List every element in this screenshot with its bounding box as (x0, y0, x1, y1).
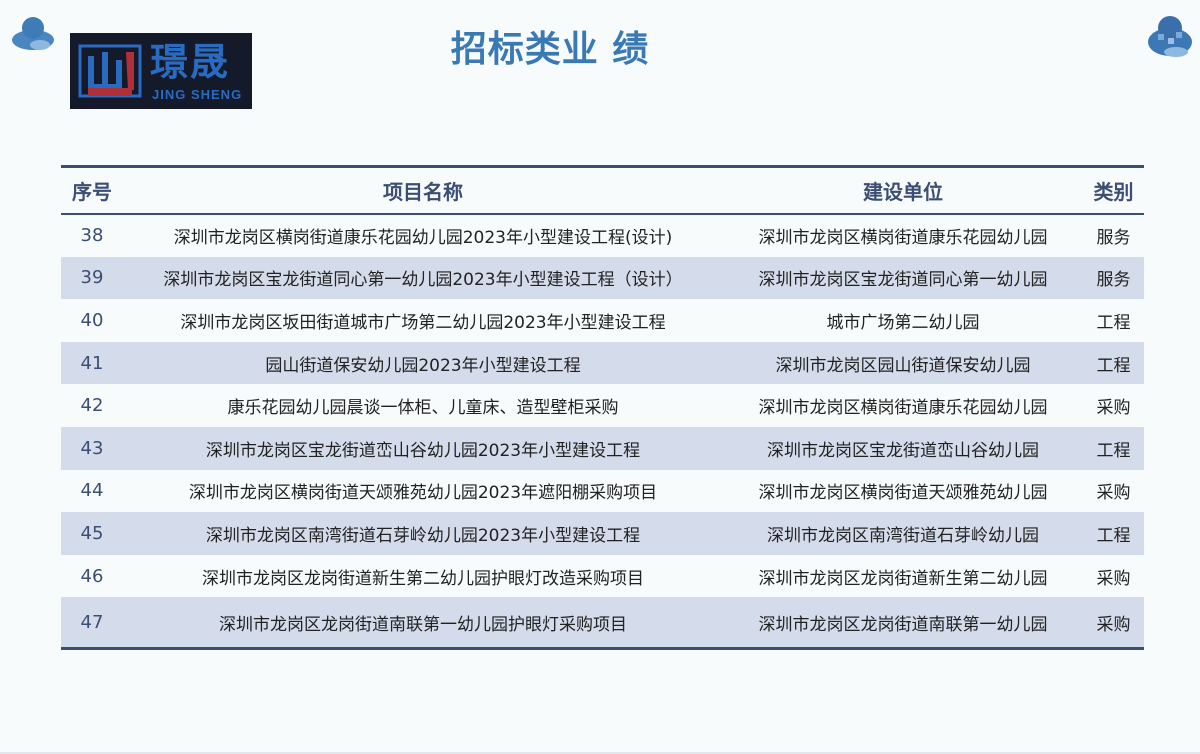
row-type: 服务 (1096, 270, 1131, 291)
table-row: 43 深圳市龙岗区宝龙街道峦山谷幼儿园2023年小型建设工程 深圳市龙岗区宝龙街… (61, 426, 1144, 470)
header-project: 项目名称 (123, 168, 723, 215)
row-num: 39 (80, 267, 104, 289)
row-type: 采购 (1096, 614, 1131, 635)
row-unit: 深圳市龙岗区南湾街道石芽岭幼儿园 (767, 525, 1039, 546)
row-project: 深圳市龙岗区龙岗街道南联第一幼儿园护眼灯采购项目 (219, 614, 627, 635)
table-row: 46 深圳市龙岗区龙岗街道新生第二幼儿园护眼灯改造采购项目 深圳市龙岗区龙岗街道… (61, 555, 1144, 598)
row-project: 康乐花园幼儿园晨谈一体柜、儿童床、造型壁柜采购 (227, 398, 619, 419)
row-num: 42 (80, 395, 104, 417)
table-row: 45 深圳市龙岗区南湾街道石芽岭幼儿园2023年小型建设工程 深圳市龙岗区南湾街… (61, 512, 1144, 555)
header-unit: 建设单位 (723, 168, 1083, 215)
row-project: 园山街道保安幼儿园2023年小型建设工程 (265, 355, 581, 376)
row-type: 工程 (1096, 312, 1131, 333)
page-title: 招标类业 绩 (450, 29, 650, 70)
row-project: 深圳市龙岗区宝龙街道峦山谷幼儿园2023年小型建设工程 (205, 440, 641, 461)
header-type: 类别 (1083, 168, 1144, 215)
row-project: 深圳市龙岗区南湾街道石芽岭幼儿园2023年小型建设工程 (205, 525, 641, 546)
row-num: 47 (80, 611, 104, 633)
row-type: 采购 (1096, 483, 1131, 504)
row-num: 43 (80, 437, 104, 459)
row-type: 工程 (1096, 525, 1131, 546)
row-num: 44 (80, 480, 104, 502)
row-unit: 深圳市龙岗区横岗街道天颂雅苑幼儿园 (758, 483, 1048, 504)
logo-chinese-text: 璟晟 (150, 40, 231, 84)
row-type: 采购 (1096, 398, 1131, 419)
row-num: 41 (80, 352, 104, 374)
row-project: 深圳市龙岗区横岗街道天颂雅苑幼儿园2023年遮阳棚采购项目 (188, 483, 658, 504)
row-unit: 深圳市龙岗区横岗街道康乐花园幼儿园 (758, 228, 1048, 249)
row-unit: 城市广场第二幼儿园 (826, 312, 980, 333)
company-logo: 璟晟 JING SHENG (70, 33, 252, 109)
row-type: 工程 (1096, 440, 1131, 461)
table-row: 39 深圳市龙岗区宝龙街道同心第一幼儿园2023年小型建设工程（设计） 深圳市龙… (61, 256, 1144, 300)
row-type: 工程 (1096, 355, 1131, 376)
row-unit: 深圳市龙岗区园山街道保安幼儿园 (775, 355, 1031, 376)
row-num: 40 (80, 309, 104, 331)
table-header-row: 序号 项目名称 建设单位 类别 (61, 168, 1144, 215)
cloud-decoration-icon (12, 17, 54, 50)
row-num: 38 (80, 225, 104, 247)
table-row: 41 园山街道保安幼儿园2023年小型建设工程 深圳市龙岗区园山街道保安幼儿园 … (61, 341, 1144, 385)
row-project: 深圳市龙岗区宝龙街道同心第一幼儿园2023年小型建设工程（设计） (163, 270, 683, 291)
row-num: 46 (80, 565, 104, 587)
row-unit: 深圳市龙岗区宝龙街道同心第一幼儿园 (758, 270, 1048, 291)
row-project: 深圳市龙岗区龙岗街道新生第二幼儿园护眼灯改造采购项目 (202, 568, 644, 589)
row-type: 服务 (1096, 228, 1131, 249)
row-type: 采购 (1096, 568, 1131, 589)
row-unit: 深圳市龙岗区龙岗街道南联第一幼儿园 (758, 614, 1048, 635)
row-num: 45 (80, 522, 104, 544)
table-row: 47 深圳市龙岗区龙岗街道南联第一幼儿园护眼灯采购项目 深圳市龙岗区龙岗街道南联… (61, 597, 1144, 648)
logo-english-text: JING SHENG (152, 87, 243, 102)
performance-table: 序号 项目名称 建设单位 类别 38 深圳市龙岗区横岗街道康乐花园幼儿园2023… (61, 165, 1144, 651)
row-project: 深圳市龙岗区横岗街道康乐花园幼儿园2023年小型建设工程(设计) (173, 228, 673, 249)
row-unit: 深圳市龙岗区龙岗街道新生第二幼儿园 (758, 568, 1048, 589)
logo-mark-icon (78, 44, 142, 98)
row-unit: 深圳市龙岗区宝龙街道峦山谷幼儿园 (767, 440, 1039, 461)
table-row: 38 深圳市龙岗区横岗街道康乐花园幼儿园2023年小型建设工程(设计) 深圳市龙… (61, 214, 1144, 257)
table-row: 40 深圳市龙岗区坂田街道城市广场第二幼儿园2023年小型建设工程 城市广场第二… (61, 299, 1144, 342)
table-row: 44 深圳市龙岗区横岗街道天颂雅苑幼儿园2023年遮阳棚采购项目 深圳市龙岗区横… (61, 470, 1144, 513)
cloud-decoration-icon (1148, 16, 1192, 57)
row-project: 深圳市龙岗区坂田街道城市广场第二幼儿园2023年小型建设工程 (180, 312, 666, 333)
header-num: 序号 (61, 168, 123, 215)
row-unit: 深圳市龙岗区横岗街道康乐花园幼儿园 (758, 398, 1048, 419)
table-row: 42 康乐花园幼儿园晨谈一体柜、儿童床、造型壁柜采购 深圳市龙岗区横岗街道康乐花… (61, 384, 1144, 427)
